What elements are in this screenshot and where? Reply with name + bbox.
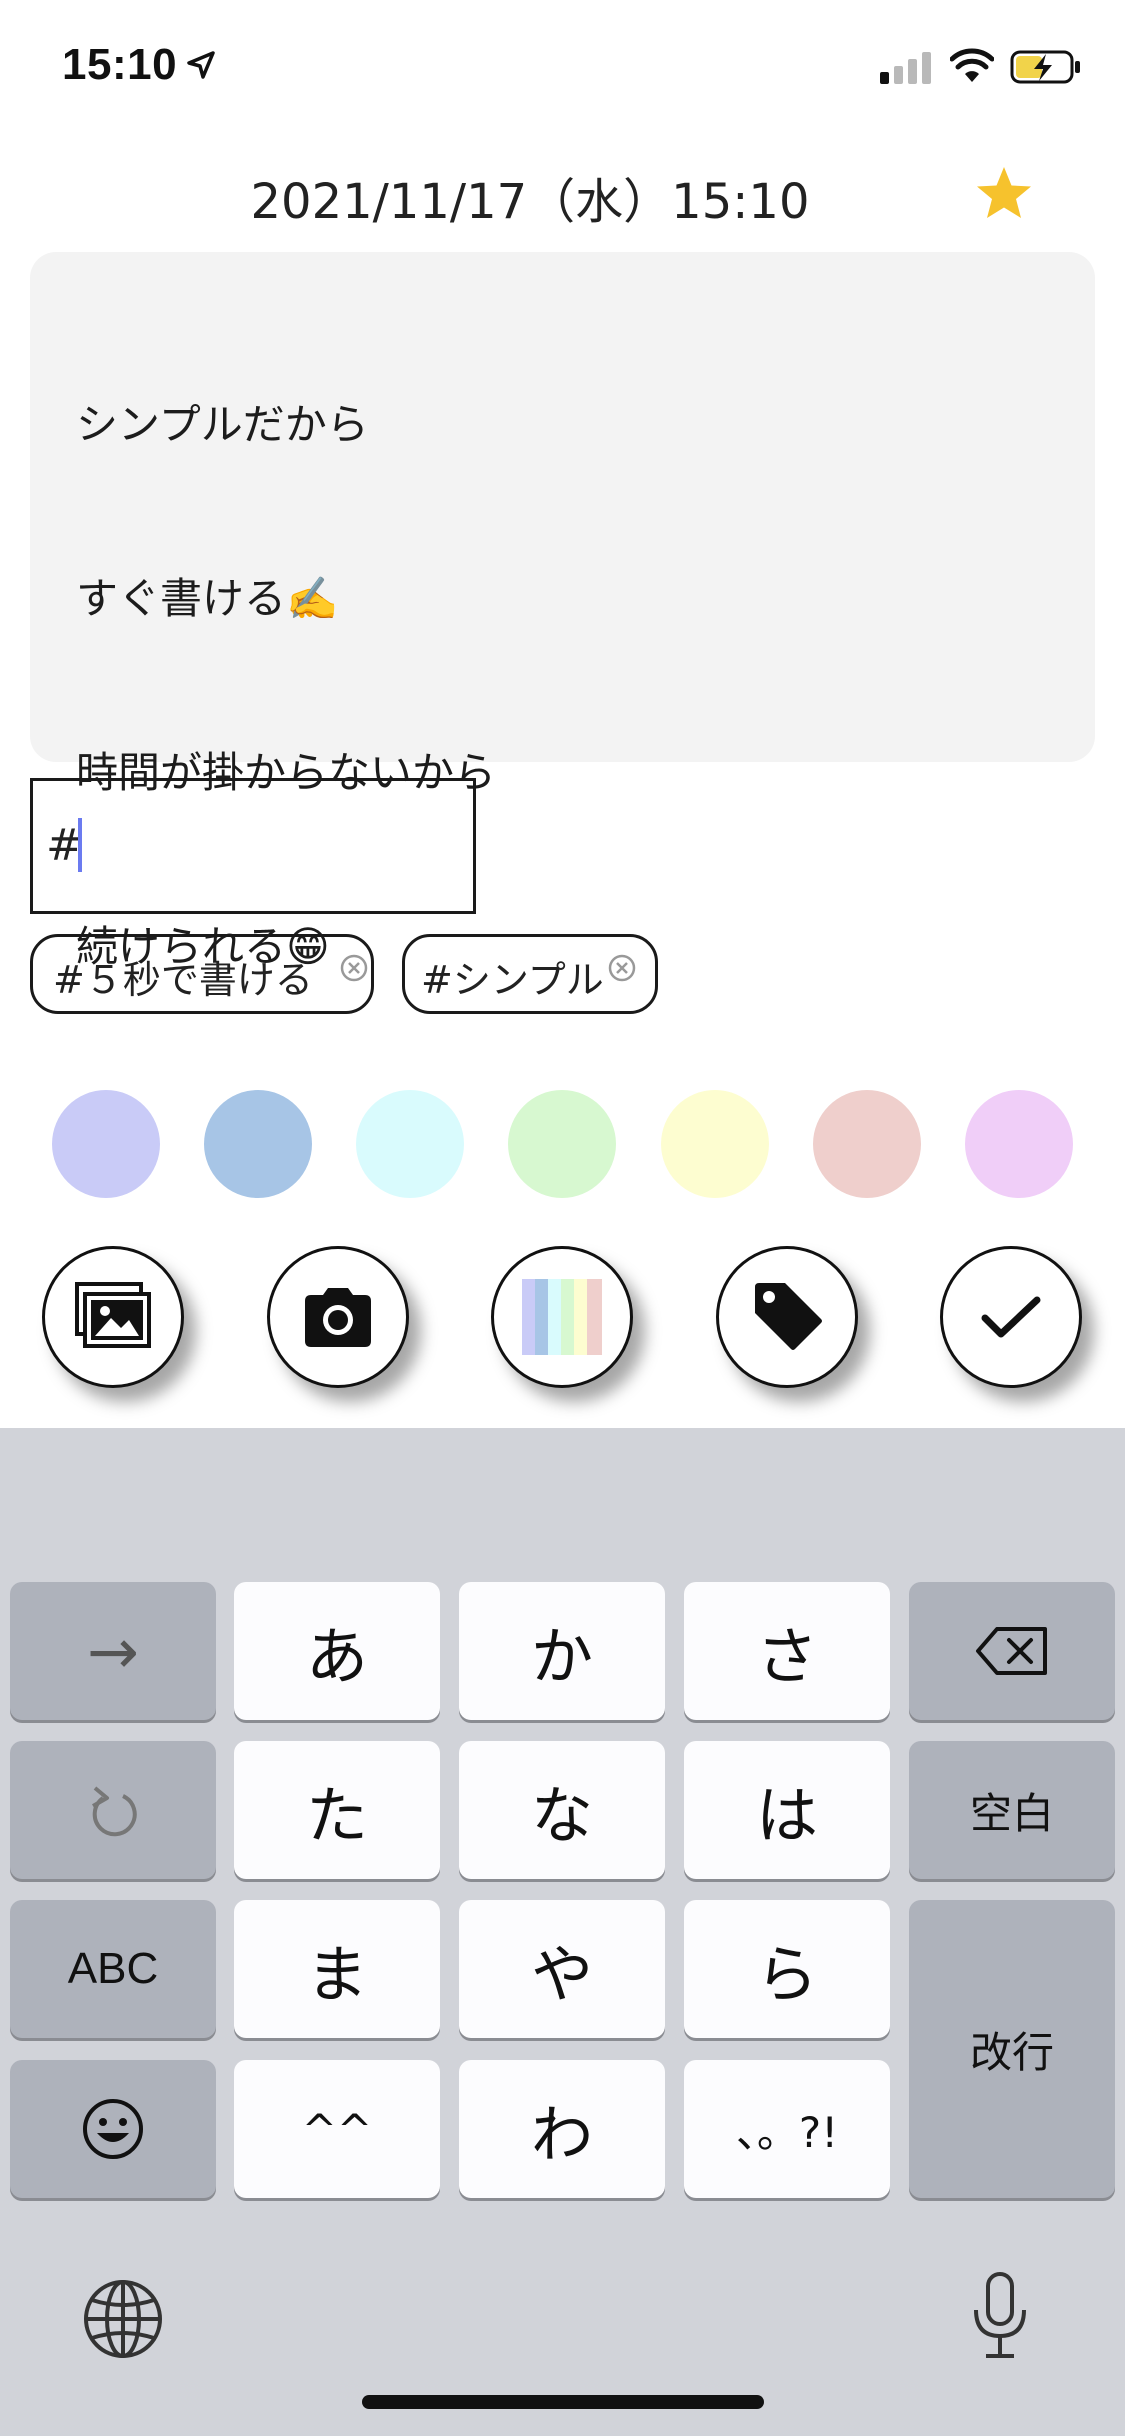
key-ha[interactable]: は: [684, 1741, 890, 1879]
key-na[interactable]: な: [459, 1741, 665, 1879]
color-option-lavender[interactable]: [52, 1090, 160, 1198]
emoji-icon: [83, 2099, 143, 2159]
check-icon: [981, 1296, 1041, 1338]
camera-icon: [305, 1288, 371, 1347]
wifi-icon: [950, 48, 994, 82]
key-backspace[interactable]: [909, 1582, 1115, 1720]
cellular-signal-icon: [880, 52, 931, 84]
color-option-blue[interactable]: [204, 1090, 312, 1198]
key-ta[interactable]: た: [234, 1741, 440, 1879]
tag-chip[interactable]: #シンプル: [402, 934, 658, 1014]
key-abc[interactable]: ABC: [10, 1900, 216, 2038]
camera-button[interactable]: [267, 1246, 409, 1388]
key-emoji[interactable]: [10, 2060, 216, 2198]
key-space[interactable]: 空白: [909, 1741, 1115, 1879]
text-cursor: [78, 818, 82, 872]
key-ya[interactable]: や: [459, 1900, 665, 2038]
key-sa[interactable]: さ: [684, 1582, 890, 1720]
key-ma[interactable]: ま: [234, 1900, 440, 2038]
tag-chip-label: #シンプル: [421, 958, 604, 1002]
color-option-cyan[interactable]: [356, 1090, 464, 1198]
globe-icon[interactable]: [82, 2278, 164, 2360]
tag-input[interactable]: [30, 778, 476, 914]
palette-icon: [520, 1277, 604, 1357]
key-enter[interactable]: 改行: [909, 1900, 1115, 2198]
microphone-icon[interactable]: [970, 2270, 1030, 2362]
key-kaomoji[interactable]: ^^: [234, 2060, 440, 2198]
gallery-icon: [75, 1282, 151, 1348]
date-header: 2021/11/17（水）15:10: [250, 174, 810, 230]
tag-chip-label: #５秒で書ける: [53, 958, 313, 1002]
color-option-yellow[interactable]: [661, 1090, 769, 1198]
tag-button[interactable]: [716, 1246, 858, 1388]
confirm-button[interactable]: [940, 1246, 1082, 1388]
star-icon[interactable]: [972, 162, 1036, 226]
color-option-violet[interactable]: [965, 1090, 1073, 1198]
key-a[interactable]: あ: [234, 1582, 440, 1720]
key-wa[interactable]: わ: [459, 2060, 665, 2198]
gallery-button[interactable]: [42, 1246, 184, 1388]
battery-charging-icon: [1010, 50, 1080, 84]
tag-chip[interactable]: #５秒で書ける: [30, 934, 374, 1014]
color-option-green[interactable]: [508, 1090, 616, 1198]
backspace-icon: [976, 1627, 1047, 1675]
undo-icon: [92, 1786, 137, 1837]
keyboard: → あ か さ た な は 空白 ABC ま や ら 改行 ^^ わ 、。?!: [0, 1428, 1125, 2436]
status-time: 15:10: [62, 40, 178, 89]
key-next-arrow[interactable]: →: [10, 1582, 216, 1720]
key-ra[interactable]: ら: [684, 1900, 890, 2038]
remove-tag-icon[interactable]: [607, 953, 637, 983]
key-ka[interactable]: か: [459, 1582, 665, 1720]
key-undo[interactable]: [10, 1741, 216, 1879]
memo-line: すぐ書ける✍️: [76, 574, 339, 623]
home-indicator[interactable]: [362, 2395, 764, 2409]
color-option-pink[interactable]: [813, 1090, 921, 1198]
memo-line: シンプルだから: [76, 400, 369, 449]
memo-text[interactable]: シンプルだから すぐ書ける✍️ 時間が掛からないから 続けられる😁: [76, 280, 1056, 1034]
color-palette-button[interactable]: [491, 1246, 633, 1388]
tag-icon: [755, 1283, 822, 1350]
location-arrow-icon: [187, 51, 215, 79]
remove-tag-icon[interactable]: [339, 953, 369, 983]
key-punctuation[interactable]: 、。?!: [684, 2060, 890, 2198]
